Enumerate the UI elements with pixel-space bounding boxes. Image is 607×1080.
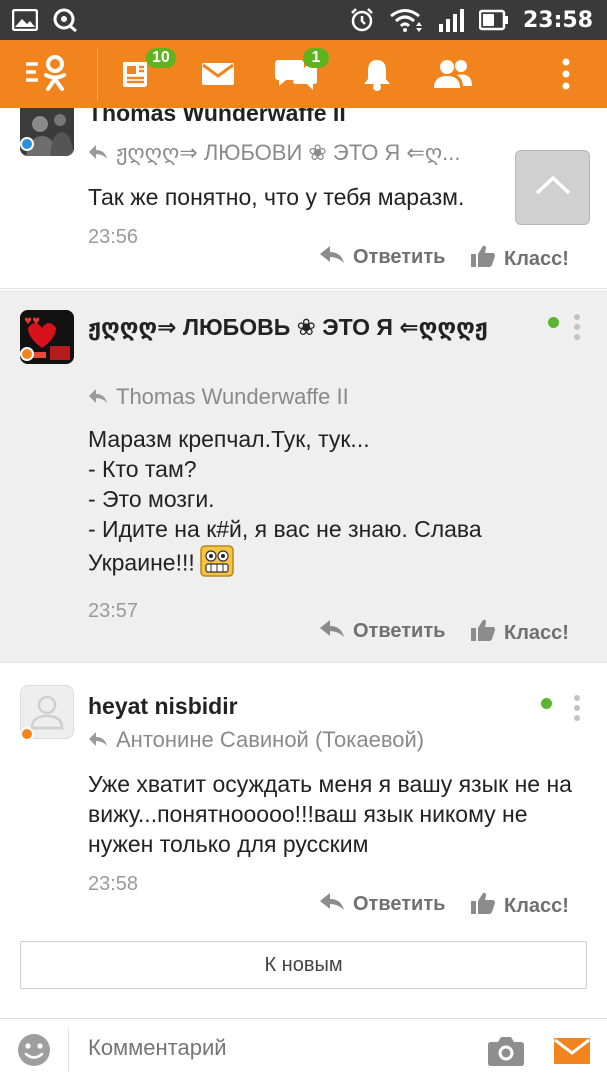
comment-item: heyat nisbidir Антонине Савиной (Токаево… [0, 663, 607, 935]
reply-button[interactable]: Ответить [319, 891, 445, 917]
reply-button[interactable]: Ответить [319, 618, 445, 644]
reply-arrow-icon [88, 727, 108, 753]
reply-label: Ответить [353, 892, 446, 915]
wifi-icon [389, 8, 423, 32]
battery-icon [478, 9, 509, 31]
ok-menu-button[interactable] [14, 40, 84, 108]
like-button[interactable]: Класс! [470, 891, 569, 921]
comment-text: Так же понятно, что у тебя маразм. [88, 184, 465, 210]
reply-to-name: ჟღღღ⇒ ЛЮБОВИ ❀ ЭТО Я ⇐ღ... [116, 140, 461, 165]
friends-icon [433, 58, 473, 90]
discussions-badge: 1 [303, 48, 329, 68]
svg-text:♥♥: ♥♥ [24, 317, 40, 327]
notifications-button[interactable] [352, 40, 402, 108]
status-bar: 23:58 [0, 0, 607, 40]
signal-icon [437, 8, 465, 32]
comment-author[interactable]: heyat nisbidir [88, 693, 238, 720]
comment-input[interactable] [88, 1035, 468, 1061]
compose-separator [68, 1029, 69, 1071]
top-toolbar: 10 1 [0, 40, 607, 108]
like-label: Класс! [504, 247, 569, 270]
smiley-icon[interactable] [17, 1033, 51, 1072]
thumbs-up-icon [470, 618, 496, 648]
gallery-icon [12, 9, 38, 31]
messages-button[interactable] [193, 40, 243, 108]
reply-to[interactable]: ჟღღღ⇒ ЛЮБОВИ ❀ ЭТО Я ⇐ღ... [88, 140, 460, 166]
reply-icon [319, 618, 345, 644]
send-mail-icon[interactable] [553, 1037, 591, 1070]
laughing-emoji-icon [199, 544, 235, 585]
chevron-up-icon [533, 173, 573, 202]
reply-arrow-icon [88, 384, 108, 410]
like-button[interactable]: Класс! [470, 618, 569, 648]
camera-icon[interactable] [487, 1035, 525, 1072]
comments-feed[interactable]: Thomas Wunderwaffe II ჟღღღ⇒ ЛЮБОВИ ❀ ЭТО… [0, 108, 607, 1018]
reply-icon [319, 891, 345, 917]
thumbs-up-icon [470, 244, 496, 274]
comment-time: 23:58 [88, 873, 139, 895]
status-indicator [20, 727, 34, 741]
thumbs-up-icon [470, 891, 496, 921]
reply-to[interactable]: Thomas Wunderwaffe II [88, 384, 349, 410]
comment-text: Уже хватит осуждать меня я вашу язык не … [88, 771, 572, 857]
comment-time: 23:57 [88, 600, 139, 622]
comment-time: 23:56 [88, 226, 139, 248]
comment-author[interactable]: Thomas Wunderwaffe II [88, 108, 346, 127]
clock: 23:58 [522, 7, 593, 33]
feed-badge: 10 [146, 48, 176, 68]
reply-to-name: Антонине Савиной (Токаевой) [116, 727, 425, 752]
like-label: Класс! [504, 621, 569, 644]
toolbar-divider [97, 48, 98, 100]
comment-divider [0, 288, 607, 289]
online-indicator [541, 698, 552, 709]
online-indicator [548, 317, 559, 328]
more-options-icon[interactable] [573, 695, 581, 725]
comment-author[interactable]: ჟღღღ⇒ ЛЮБОВЬ ❀ ЭТО Я ⇐ღღღჟ [88, 312, 528, 342]
ok-menu-icon [24, 54, 74, 94]
reply-button[interactable]: Ответить [319, 244, 445, 270]
comment-text: Маразм крепчал.Тук, тук... - Кто там? - … [88, 424, 588, 585]
overflow-menu-icon [562, 58, 570, 90]
more-options-icon[interactable] [573, 314, 581, 344]
status-indicator [20, 347, 34, 361]
mail-icon [201, 61, 235, 87]
notifications-icon [361, 57, 393, 91]
overflow-menu-button[interactable] [548, 40, 584, 108]
jump-to-new-button[interactable]: К новым [20, 941, 587, 989]
scroll-to-top-button[interactable] [515, 150, 590, 225]
like-label: Класс! [504, 894, 569, 917]
alarm-icon [349, 7, 375, 33]
friends-button[interactable] [428, 40, 478, 108]
like-button[interactable]: Класс! [470, 244, 569, 274]
comment-compose-bar [0, 1018, 607, 1080]
reply-to-name: Thomas Wunderwaffe II [116, 384, 349, 409]
comment-text-body: Маразм крепчал.Тук, тук... - Кто там? - … [88, 426, 482, 576]
reply-to[interactable]: Антонине Савиной (Токаевой) [88, 727, 424, 753]
reply-label: Ответить [353, 619, 446, 642]
comment-item: ♥♥ ჟღღღ⇒ ЛЮБОВЬ ❀ ЭТО Я ⇐ღღღჟ Thomas Wun… [0, 290, 607, 662]
reply-arrow-icon [88, 140, 108, 166]
reply-icon [319, 244, 345, 270]
reply-label: Ответить [353, 245, 446, 268]
chat-bubble-icon [52, 8, 78, 32]
status-indicator [20, 137, 34, 151]
